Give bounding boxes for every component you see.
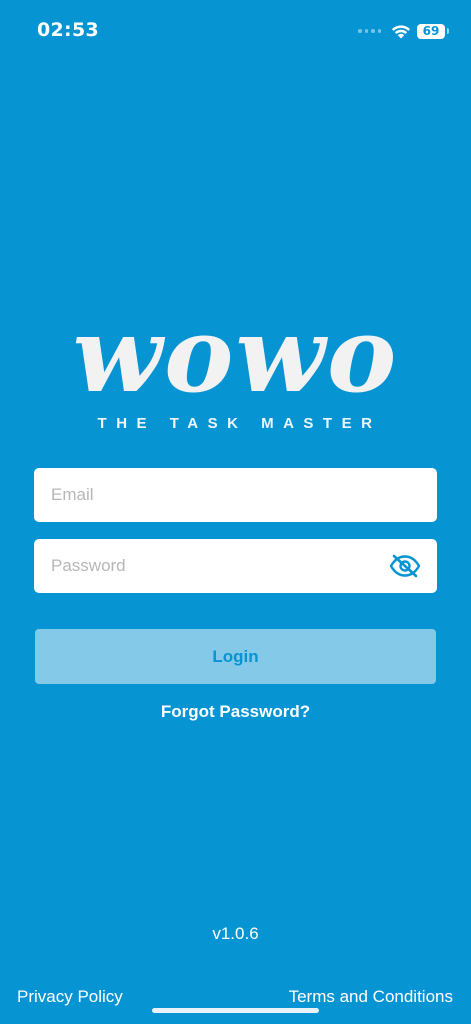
logo-tagline: THE TASK MASTER	[97, 415, 382, 432]
privacy-policy-link[interactable]: Privacy Policy	[17, 987, 123, 1007]
app-logo: wowo THE TASK MASTER	[0, 293, 471, 433]
status-bar-icons: 69	[358, 20, 449, 42]
app-version: v1.0.6	[212, 924, 259, 943]
logo-wordmark: wowo	[72, 293, 399, 416]
email-field-container	[34, 468, 437, 522]
battery-icon: 69	[417, 23, 445, 39]
password-input[interactable]	[34, 539, 437, 593]
login-screen: 02:53 69 wowo THE TASK MASTER Email Logi…	[0, 0, 471, 1024]
login-button[interactable]: Login	[35, 629, 436, 684]
terms-and-conditions-link[interactable]: Terms and Conditions	[289, 987, 453, 1007]
status-time: 02:53	[37, 19, 99, 41]
password-field-container	[34, 539, 437, 593]
email-input[interactable]	[34, 468, 437, 522]
wifi-icon	[391, 24, 411, 39]
home-indicator[interactable]	[152, 1008, 319, 1013]
battery-cap	[447, 28, 449, 34]
cellular-signal-icon	[358, 29, 381, 33]
eye-slash-icon[interactable]	[389, 554, 421, 578]
forgot-password-link[interactable]: Forgot Password?	[0, 702, 471, 722]
